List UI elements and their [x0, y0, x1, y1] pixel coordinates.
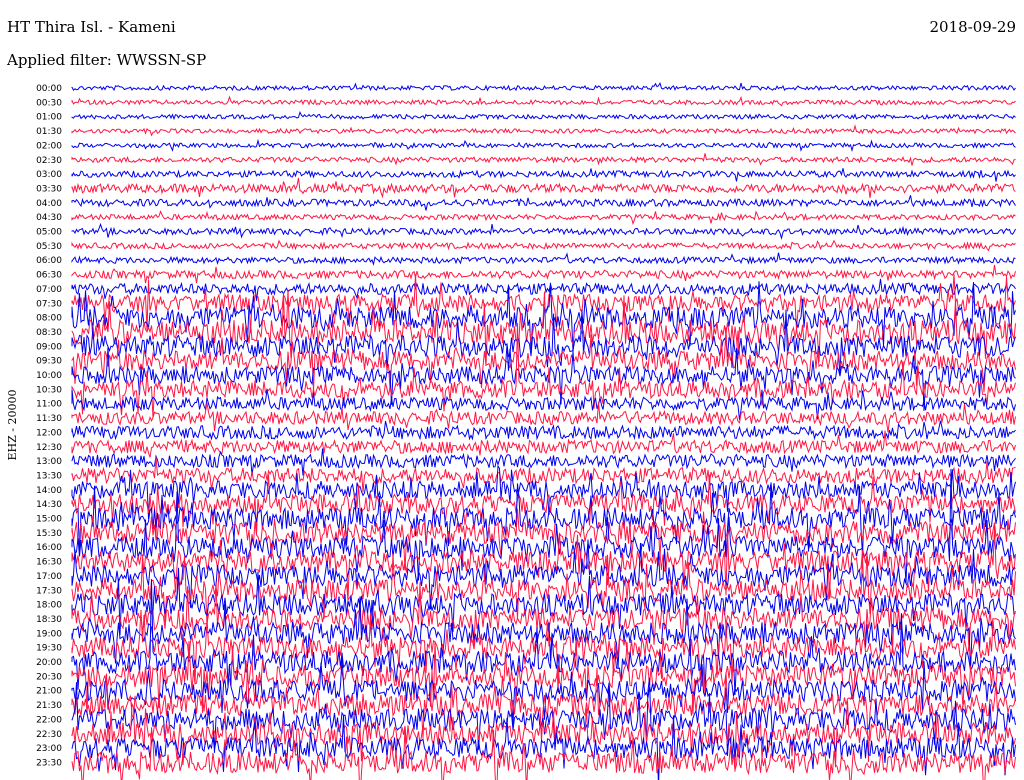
row-time-label: 02:00: [36, 141, 62, 151]
trace-line: [71, 81, 1016, 92]
trace-line: [71, 222, 1016, 240]
row-time-label: 15:00: [36, 515, 62, 525]
row-time-label: 21:00: [36, 687, 62, 697]
row-time-label: 18:30: [36, 615, 62, 625]
row-time-label: 10:00: [36, 371, 62, 381]
trace-line: [71, 264, 1016, 284]
row-time-label: 06:30: [36, 271, 62, 281]
row-time-label: 18:00: [36, 601, 62, 611]
row-time-label: 02:30: [36, 156, 62, 166]
row-time-label: 16:00: [36, 543, 62, 553]
trace-line: [71, 153, 1016, 166]
row-time-label: 22:30: [36, 730, 62, 740]
trace-line: [71, 658, 1016, 725]
channel-axis-label: EHZ - 20000: [6, 390, 19, 461]
trace-line: [71, 95, 1016, 107]
row-time-label: 05:00: [36, 228, 62, 238]
trace-line: [71, 596, 1016, 671]
trace-line: [71, 138, 1016, 153]
seismogram-plot: 00:00 00:30 01:00 01:30 02:00 02:30 03:00 03:30…: [6, 81, 1016, 780]
row-time-label: 00:00: [36, 84, 62, 94]
trace-line: [71, 195, 1016, 211]
row-time-label: 14:30: [36, 500, 62, 510]
row-time-label: 00:30: [36, 98, 62, 108]
row-time-label: 21:30: [36, 701, 62, 711]
trace-line: [71, 210, 1016, 226]
row-time-label: 23:30: [36, 758, 62, 768]
row-time-label: 11:00: [36, 400, 62, 410]
row-time-label: 20:30: [36, 672, 62, 682]
row-time-label: 14:00: [36, 486, 62, 496]
row-time-label: 01:30: [36, 127, 62, 137]
row-time-label: 07:00: [36, 285, 62, 295]
row-time-label: 07:30: [36, 299, 62, 309]
row-time-label: 05:30: [36, 242, 62, 252]
row-time-label: 13:30: [36, 471, 62, 481]
traces-group: [71, 81, 1016, 780]
trace-line: [71, 448, 1016, 476]
row-time-label: 19:00: [36, 629, 62, 639]
row-time-label: 15:30: [36, 529, 62, 539]
row-time-label: 03:00: [36, 170, 62, 180]
trace-line: [71, 252, 1016, 267]
row-time-label: 09:00: [36, 342, 62, 352]
row-time-label: 12:00: [36, 428, 62, 438]
row-time-label: 03:30: [36, 184, 62, 194]
row-time-label: 13:00: [36, 457, 62, 467]
trace-line: [71, 110, 1016, 121]
row-time-label: 04:30: [36, 213, 62, 223]
row-time-label: 12:30: [36, 443, 62, 453]
row-time-label: 10:30: [36, 385, 62, 395]
row-time-label: 11:30: [36, 414, 62, 424]
row-time-label: 01:00: [36, 113, 62, 123]
row-labels-group: 00:00 00:30 01:00 01:30 02:00 02:30 03:00 03:30…: [36, 84, 62, 768]
row-time-label: 17:30: [36, 586, 62, 596]
row-time-label: 09:30: [36, 357, 62, 367]
row-time-label: 17:00: [36, 572, 62, 582]
row-time-label: 19:30: [36, 644, 62, 654]
row-time-label: 22:00: [36, 715, 62, 725]
row-time-label: 04:00: [36, 199, 62, 209]
row-time-label: 23:00: [36, 744, 62, 754]
trace-line: [71, 124, 1016, 137]
trace-line: [71, 168, 1016, 182]
row-time-label: 08:00: [36, 314, 62, 324]
row-time-label: 16:30: [36, 558, 62, 568]
trace-line: [71, 177, 1016, 199]
row-time-label: 20:00: [36, 658, 62, 668]
row-time-label: 08:30: [36, 328, 62, 338]
row-time-label: 06:00: [36, 256, 62, 266]
trace-line: [71, 239, 1016, 252]
